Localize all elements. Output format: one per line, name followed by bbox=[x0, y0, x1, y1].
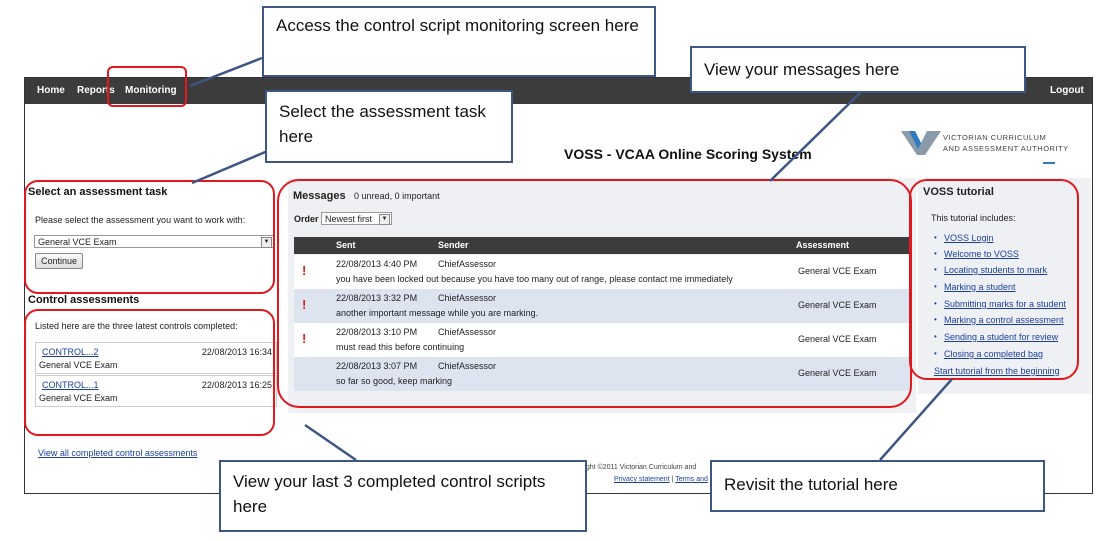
callout-messages: View your messages here bbox=[690, 46, 1026, 93]
callout-controls: View your last 3 completed control scrip… bbox=[219, 460, 587, 532]
callout-tutorial: Revisit the tutorial here bbox=[710, 460, 1045, 512]
callout-monitoring: Access the control script monitoring scr… bbox=[262, 6, 656, 77]
callout-select-task: Select the assessment task here bbox=[265, 90, 513, 163]
